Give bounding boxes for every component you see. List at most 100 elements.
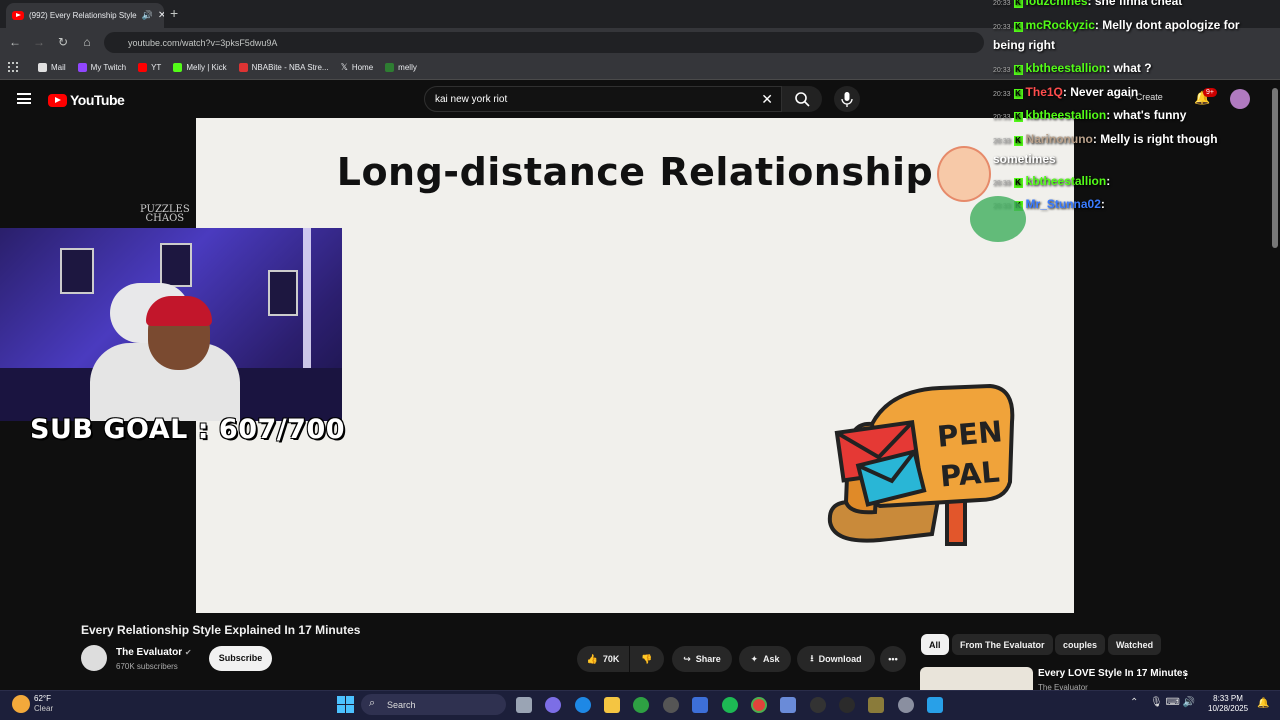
- like-button[interactable]: 👍 70K: [577, 646, 629, 672]
- weather-widget[interactable]: 62°F Clear: [34, 694, 53, 714]
- tab-audio-icon[interactable]: 🔊: [142, 10, 153, 21]
- download-icon: ⭳: [810, 653, 814, 663]
- search-input[interactable]: kai new york riot ✕: [424, 86, 782, 112]
- address-bar[interactable]: youtube.com/watch?v=3pksF5dwu9A: [104, 32, 984, 53]
- forward-icon[interactable]: →: [31, 34, 47, 50]
- chat-timestamp: 20:33: [993, 24, 1011, 31]
- xbox-icon[interactable]: [633, 697, 649, 713]
- bookmark-nbabite[interactable]: NBABite - NBA Stre...: [238, 63, 329, 72]
- recommended-title[interactable]: Every LOVE Style In 17 Minutes: [1038, 668, 1188, 679]
- recommended-menu-icon[interactable]: ⋮: [1180, 668, 1191, 681]
- channel-name[interactable]: The Evaluator ✔: [116, 647, 192, 658]
- new-tab-icon[interactable]: +: [170, 5, 178, 21]
- bookmark-melly[interactable]: melly: [385, 63, 417, 72]
- channel-avatar[interactable]: [81, 645, 107, 671]
- chat-username[interactable]: Mr_Stunna02: [1026, 197, 1101, 211]
- chat-username[interactable]: kbtheestallion: [1026, 174, 1107, 188]
- tab-close-icon[interactable]: ✕: [158, 10, 164, 21]
- apps-grid-icon[interactable]: [8, 62, 18, 72]
- chat-username[interactable]: Narinonuno: [1026, 132, 1093, 146]
- poster-frame: [60, 248, 94, 294]
- bookmark-yt[interactable]: YT: [138, 63, 161, 72]
- search-icon: [795, 92, 810, 107]
- voice-search-button[interactable]: [834, 86, 860, 112]
- chip-from-channel[interactable]: From The Evaluator: [952, 634, 1053, 655]
- url-text: youtube.com/watch?v=3pksF5dwu9A: [128, 37, 278, 48]
- chat-text: : Melly dont apologize for: [1094, 18, 1240, 32]
- kick-badge-icon: K: [1013, 22, 1023, 32]
- media-player-icon[interactable]: [810, 697, 826, 713]
- chip-watched[interactable]: Watched: [1108, 634, 1162, 655]
- more-actions-button[interactable]: •••: [880, 646, 906, 672]
- browser-tab[interactable]: (992) Every Relationship Style 🔊 ✕: [6, 3, 164, 28]
- dislike-button[interactable]: 👎: [630, 646, 664, 672]
- weather-icon[interactable]: [12, 695, 30, 713]
- kick-icon: [385, 63, 395, 72]
- account-avatar[interactable]: [1230, 89, 1250, 109]
- sub-goal-text: SUB GOAL : 607/700: [30, 414, 346, 445]
- chat-timestamp: 20:33: [993, 91, 1011, 98]
- game-icon[interactable]: [868, 697, 884, 713]
- poster-frame: [268, 270, 298, 316]
- chat-message: sometimes: [993, 152, 1056, 166]
- tray-overflow-icon[interactable]: ⌃: [1130, 697, 1138, 708]
- chat-text: sometimes: [993, 152, 1056, 166]
- youtube-logo[interactable]: YouTube: [48, 92, 125, 108]
- ask-button[interactable]: ✦ Ask: [739, 646, 791, 672]
- chip-couples[interactable]: couples: [1055, 634, 1106, 655]
- nbabite-icon: [238, 63, 248, 72]
- file-explorer-icon[interactable]: [604, 697, 620, 713]
- tray-icons[interactable]: 🎙 ⌨ 🔊: [1150, 697, 1195, 708]
- taskbar-clock[interactable]: 8:33 PM 10/28/2025: [1208, 694, 1248, 714]
- chat-username[interactable]: mcRockyzic: [1026, 18, 1095, 32]
- chrome-icon[interactable]: [751, 697, 767, 713]
- reload-icon[interactable]: ↻: [55, 34, 71, 50]
- download-button[interactable]: ⭳ Download: [797, 646, 875, 672]
- clear-search-icon[interactable]: ✕: [761, 91, 773, 108]
- chat-text: : Melly is right though: [1092, 132, 1218, 146]
- windows-start-icon[interactable]: [337, 696, 354, 713]
- settings-icon[interactable]: [898, 697, 914, 713]
- app-icon[interactable]: [927, 697, 943, 713]
- chip-all[interactable]: All: [921, 634, 949, 655]
- bookmark-kick[interactable]: Melly | Kick: [173, 63, 227, 72]
- chat-username[interactable]: The1Q: [1026, 85, 1063, 99]
- chat-timestamp: 20:33: [993, 67, 1011, 74]
- bookmark-x-home[interactable]: 𝕏 Home: [341, 62, 374, 73]
- home-icon[interactable]: ⌂: [79, 34, 95, 50]
- chat-text: : what's funny: [1106, 108, 1187, 122]
- kick-badge-icon: K: [1013, 65, 1023, 75]
- chat-timestamp: 20:33: [993, 0, 1011, 7]
- chat-username[interactable]: kbtheestallion: [1026, 61, 1107, 75]
- edge-icon[interactable]: [575, 697, 591, 713]
- search-button[interactable]: [782, 86, 822, 112]
- app-icon[interactable]: [839, 697, 855, 713]
- kick-badge-icon: K: [1013, 136, 1023, 146]
- verified-icon: ✔: [184, 648, 192, 657]
- menu-icon[interactable]: [17, 93, 31, 104]
- spotify-icon[interactable]: [722, 697, 738, 713]
- webcam-feed: [0, 228, 342, 421]
- page-scrollbar[interactable]: [1272, 88, 1278, 248]
- back-icon[interactable]: ←: [7, 34, 23, 50]
- chat-message: 20:33 K Narinonuno: Melly is right though: [993, 132, 1218, 146]
- copilot-icon[interactable]: [545, 697, 561, 713]
- share-button[interactable]: ↪ Share: [672, 646, 732, 672]
- github-icon[interactable]: [663, 697, 679, 713]
- thumbs-up-icon: 👍: [586, 653, 598, 664]
- task-view-icon[interactable]: [516, 697, 532, 713]
- chat-username[interactable]: kbtheestallion: [1026, 108, 1107, 122]
- chat-username[interactable]: louzchines: [1026, 0, 1088, 8]
- bookmark-twitch[interactable]: My Twitch: [77, 63, 126, 72]
- bookmark-mail[interactable]: Mail: [38, 63, 66, 72]
- store-icon[interactable]: [692, 697, 708, 713]
- chat-message: 20:33 Klouzchines: she finna cheat: [993, 0, 1182, 8]
- photos-icon[interactable]: [780, 697, 796, 713]
- youtube-icon: [138, 63, 148, 72]
- twitch-icon: [77, 63, 87, 72]
- recommended-thumbnail[interactable]: [920, 667, 1033, 690]
- taskbar-search[interactable]: ⌕ Search: [361, 694, 506, 715]
- notification-bell-icon[interactable]: 🔔: [1257, 698, 1269, 709]
- subscribe-button[interactable]: Subscribe: [209, 646, 272, 671]
- video-title: Every Relationship Style Explained In 17…: [81, 623, 361, 637]
